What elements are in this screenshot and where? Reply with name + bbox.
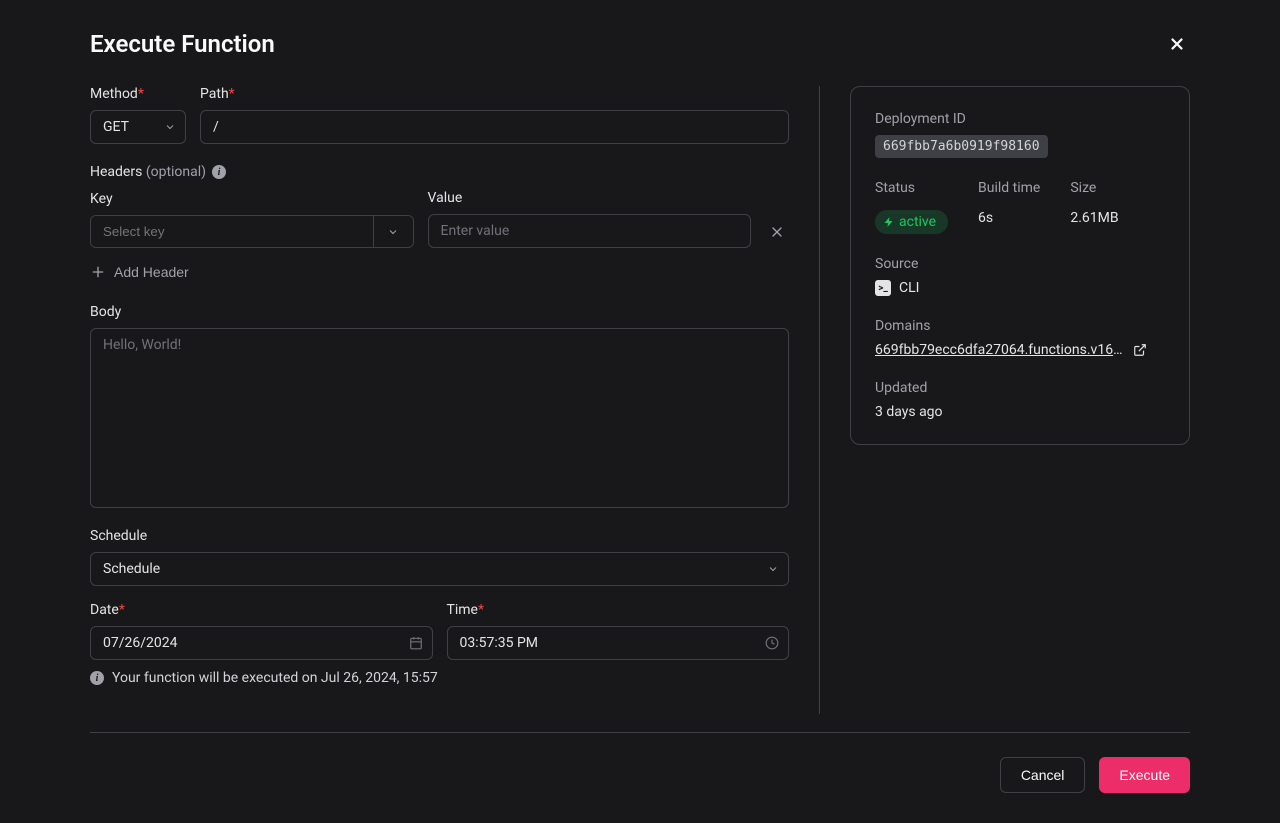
size-label: Size <box>1070 180 1118 196</box>
value-label: Value <box>428 190 752 206</box>
path-group: Path* <box>200 86 789 144</box>
time-input[interactable] <box>447 626 790 660</box>
domains-label: Domains <box>875 318 1165 334</box>
status-label: Status <box>875 180 948 196</box>
info-icon[interactable]: i <box>212 165 226 179</box>
header-row: Key Value <box>90 190 789 248</box>
terminal-icon: >_ <box>875 280 891 296</box>
schedule-group: Schedule Schedule <box>90 528 789 586</box>
updated-value: 3 days ago <box>875 404 1165 420</box>
cancel-button[interactable]: Cancel <box>1000 757 1086 793</box>
build-time-value: 6s <box>978 210 1040 226</box>
close-icon <box>1168 35 1186 53</box>
time-group: Time* <box>447 602 790 660</box>
method-label: Method* <box>90 86 186 102</box>
body-input[interactable] <box>90 328 789 508</box>
body-label: Body <box>90 304 789 320</box>
form-column: Method* GET Path* <box>90 86 820 714</box>
key-label: Key <box>90 191 414 207</box>
body-group: Body <box>90 304 789 508</box>
date-input[interactable] <box>90 626 433 660</box>
close-icon <box>769 224 785 240</box>
header-key-input[interactable] <box>91 216 373 247</box>
execute-button[interactable]: Execute <box>1099 757 1190 793</box>
external-link-icon <box>1133 343 1147 357</box>
info-icon: i <box>90 671 104 685</box>
deployment-id-label: Deployment ID <box>875 111 1165 127</box>
method-group: Method* GET <box>90 86 186 144</box>
schedule-note: i Your function will be executed on Jul … <box>90 670 789 686</box>
header-key-select[interactable] <box>90 215 414 248</box>
modal-footer: Cancel Execute <box>90 732 1190 793</box>
time-label: Time* <box>447 602 790 618</box>
remove-header-button[interactable] <box>765 216 789 248</box>
schedule-label: Schedule <box>90 528 789 544</box>
domain-link[interactable]: 669fbb79ecc6dfa27064.functions.v16.a… <box>875 342 1165 358</box>
required-indicator: * <box>229 86 235 102</box>
modal-header: Execute Function <box>90 30 1190 58</box>
modal-title: Execute Function <box>90 30 275 58</box>
close-button[interactable] <box>1164 31 1190 57</box>
header-key-dropdown-button[interactable] <box>373 216 413 247</box>
method-select[interactable]: GET <box>90 110 186 144</box>
source-label: Source <box>875 256 1165 272</box>
lightning-icon <box>883 216 895 228</box>
required-indicator: * <box>138 86 144 102</box>
size-value: 2.61MB <box>1070 210 1118 226</box>
path-label: Path* <box>200 86 789 102</box>
modal-body: Method* GET Path* <box>90 86 1190 714</box>
path-input[interactable] <box>200 110 789 144</box>
headers-label: Headers (optional) <box>90 164 206 180</box>
updated-label: Updated <box>875 380 1165 396</box>
add-header-button[interactable]: Add Header <box>90 260 189 284</box>
headers-section: Headers (optional) i Key <box>90 164 789 284</box>
deployment-id-value[interactable]: 669fbb7a6b0919f98160 <box>875 135 1048 158</box>
chevron-down-icon <box>387 226 399 238</box>
source-value: >_ CLI <box>875 280 1165 296</box>
side-column: Deployment ID 669fbb7a6b0919f98160 Statu… <box>850 86 1190 714</box>
build-time-label: Build time <box>978 180 1040 196</box>
required-indicator: * <box>119 602 125 618</box>
plus-icon <box>90 264 106 280</box>
header-value-input[interactable] <box>428 214 752 248</box>
deployment-card: Deployment ID 669fbb7a6b0919f98160 Statu… <box>850 86 1190 445</box>
date-label: Date* <box>90 602 433 618</box>
execute-function-modal: Execute Function Method* GET <box>0 0 1280 823</box>
required-indicator: * <box>478 602 484 618</box>
schedule-select[interactable]: Schedule <box>90 552 789 586</box>
status-badge: active <box>875 210 948 234</box>
date-group: Date* <box>90 602 433 660</box>
